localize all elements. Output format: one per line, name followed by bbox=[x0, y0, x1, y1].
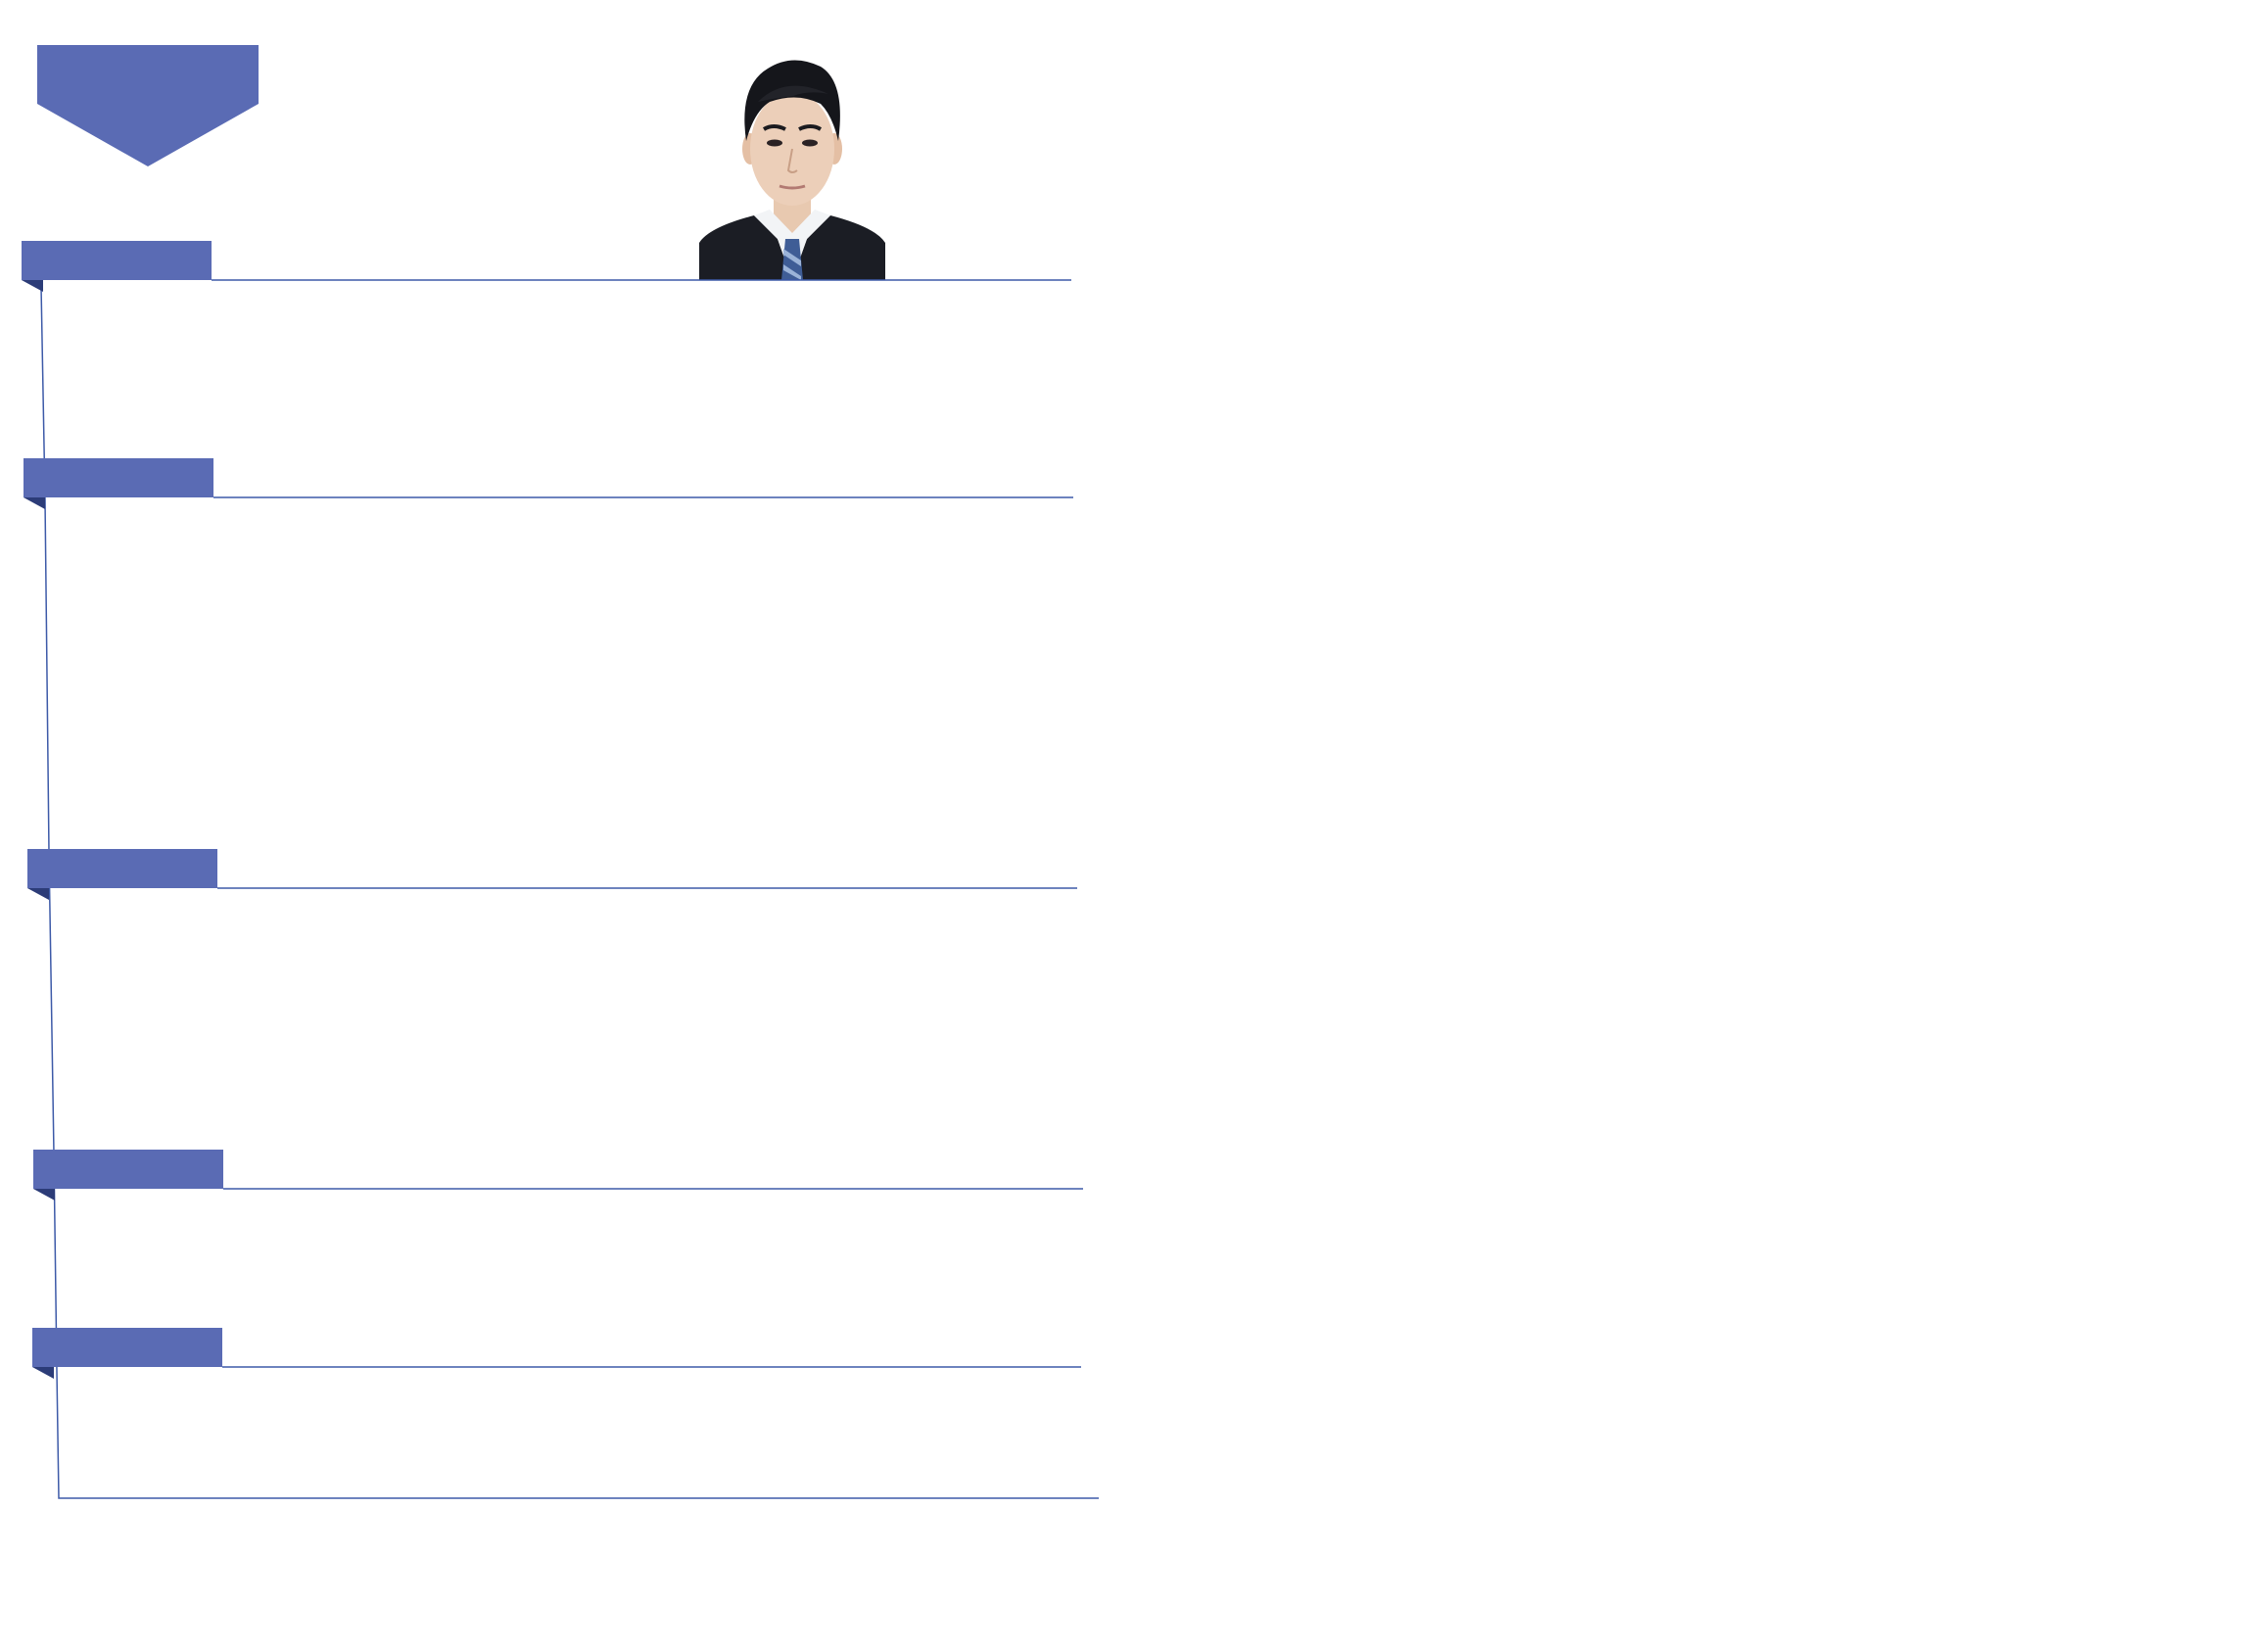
section-body-4 bbox=[80, 1202, 1079, 1320]
resume-page bbox=[0, 0, 2268, 1649]
section-title-3 bbox=[27, 849, 217, 888]
section-body-2 bbox=[71, 511, 1069, 834]
section-body-5 bbox=[80, 1381, 1079, 1488]
section-body-1 bbox=[69, 294, 1067, 450]
section-title-1 bbox=[22, 241, 212, 280]
header-banner bbox=[37, 45, 259, 166]
section-body-3 bbox=[74, 902, 1073, 1137]
section-title-4 bbox=[33, 1150, 223, 1189]
section-title-5 bbox=[32, 1328, 222, 1367]
section-title-2 bbox=[24, 458, 213, 497]
portrait-photo bbox=[699, 47, 885, 280]
